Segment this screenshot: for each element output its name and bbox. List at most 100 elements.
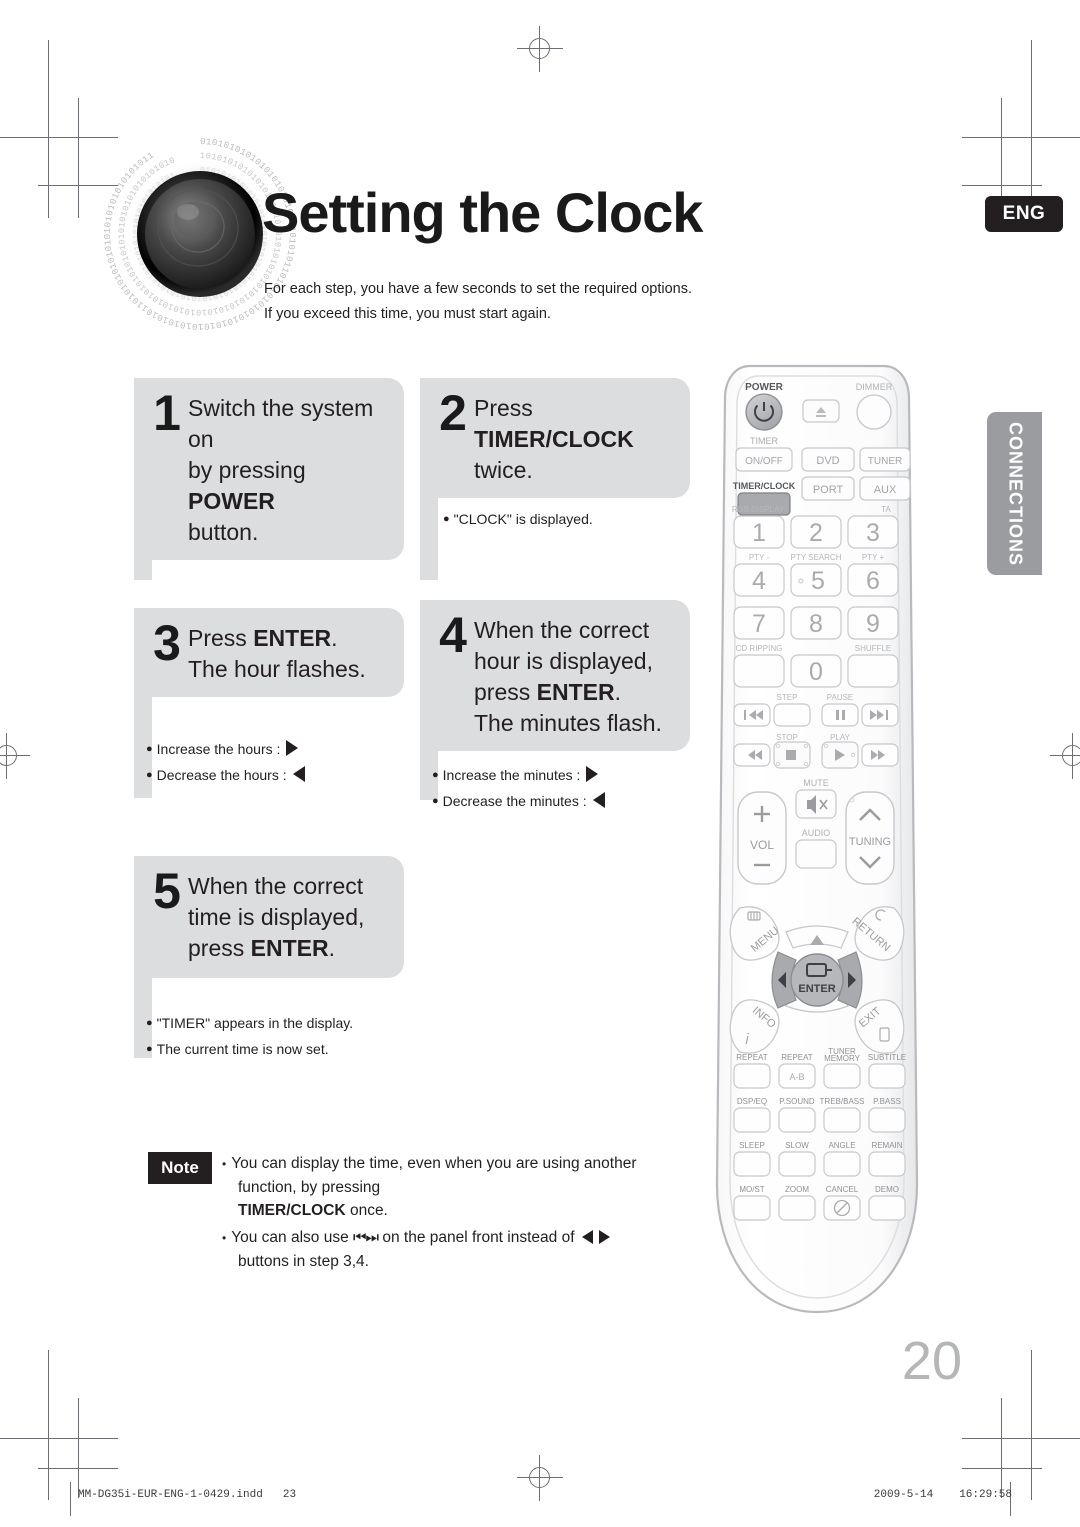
remote-label-angle: ANGLE [828, 1141, 855, 1150]
step-3-bullet-2-label: Decrease the hours : [156, 767, 287, 783]
step-2-timerclock-keyword: TIMER/CLOCK [474, 426, 634, 452]
footer-time: 16:29:58 [959, 1489, 1012, 1501]
remote-label-dimmer: DIMMER [856, 382, 893, 392]
step-4-text: When the correct hour is displayed, pres… [474, 612, 662, 739]
remote-slow-button [778, 1151, 816, 1177]
remote-label-rds-display: RDS DISPLAY [732, 505, 785, 514]
page-title: Setting the Clock [262, 181, 703, 244]
remote-trebbass-button [823, 1107, 861, 1133]
remote-demo-button [868, 1195, 906, 1221]
remote-enter-button [790, 953, 844, 1007]
note-item-2-line-1b: on the panel front instead of [382, 1229, 575, 1246]
arrow-right-icon [586, 766, 599, 782]
bullet-dot-icon: • [222, 1231, 227, 1245]
remote-dspeq-button [733, 1107, 771, 1133]
bullet-dot-icon: ● [146, 1043, 153, 1055]
step-5-text: When the correct time is displayed, pres… [188, 868, 364, 964]
step-5-enter-keyword: ENTER [250, 935, 329, 961]
note-badge: Note [148, 1152, 212, 1184]
step-5-bullet-2-label: The current time is now set. [156, 1041, 329, 1057]
remote-most-button [733, 1195, 771, 1221]
remote-label-9: 9 [866, 610, 880, 638]
remote-label-cd-ripping: CD RIPPING [736, 644, 783, 653]
remote-label-8: 8 [809, 610, 823, 638]
remote-dimmer-button [856, 394, 892, 430]
step-5-line-3a: press [188, 935, 251, 961]
remote-pause-button [821, 703, 859, 727]
step-5-bullet-2: ● The current time is now set. [146, 1036, 353, 1062]
remote-label-4: 4 [752, 567, 766, 595]
remote-repeat-button [733, 1063, 771, 1089]
crop-mark-tr-h [962, 137, 1080, 138]
remote-label-remain: REMAIN [871, 1141, 902, 1150]
step-4: 4 When the correct hour is displayed, pr… [420, 600, 690, 800]
remote-step-button [773, 703, 811, 727]
remote-label-power: POWER [745, 382, 784, 393]
remote-label-cancel: CANCEL [826, 1185, 859, 1194]
crop-mark-br-v2 [1001, 1398, 1002, 1498]
crop-mark-bl-v2 [78, 1398, 79, 1498]
remote-label-tuner-memory-2: MEMORY [824, 1054, 861, 1063]
intro-line-1: For each step, you have a few seconds to… [264, 281, 693, 297]
manual-page: 0101010101010101010101010101011010101010… [0, 0, 1080, 1527]
remote-audio-button [795, 839, 837, 869]
step-1-text: Switch the system on by pressing POWER b… [188, 390, 390, 548]
remote-label-pbass: P.BASS [873, 1097, 901, 1106]
remote-label-port: PORT [813, 484, 844, 496]
crop-mark-br-h [962, 1438, 1080, 1439]
step-2-line-1a: Press [474, 395, 533, 421]
remote-label-dvd: DVD [816, 455, 839, 467]
step-3-line-2: The hour flashes. [188, 656, 366, 682]
remote-label-stop: STOP [776, 733, 798, 742]
note-item-1-line-2: function, by pressing [238, 1179, 381, 1196]
remote-sleep-button [733, 1151, 771, 1177]
step-4-bullet-1-label: Increase the minutes : [442, 767, 581, 783]
footer-filename: MM-DG35i-EUR-ENG-1-0429.indd [78, 1489, 263, 1501]
step-5-bullet-1-label: "TIMER" appears in the display. [156, 1015, 354, 1031]
step-4-bullet-2: ● Decrease the minutes : [432, 788, 607, 814]
remote-label-1: 1 [752, 519, 766, 547]
section-tab-connections[interactable]: CONNECTIONS [987, 412, 1042, 575]
step-3-bubble: 3 Press ENTER. The hour flashes. [134, 608, 404, 697]
step-5: 5 When the correct time is displayed, pr… [134, 856, 404, 1058]
step-4-line-3a: press [474, 679, 537, 705]
remote-label-ab: A-B [789, 1072, 804, 1082]
registration-mark-bottom [517, 1455, 563, 1501]
step-4-line-4: The minutes flash. [474, 710, 662, 736]
bullet-dot-icon: ● [443, 513, 450, 525]
registration-mark-right [1050, 733, 1080, 779]
crop-mark-tr-v [1031, 40, 1032, 218]
step-4-bubble: 4 When the correct hour is displayed, pr… [420, 600, 690, 751]
intro-text: For each step, you have a few seconds to… [264, 277, 734, 327]
bullet-dot-icon: • [222, 1157, 227, 1171]
remote-label-0: 0 [809, 658, 823, 686]
remote-label-dspeq: DSP/EQ [737, 1097, 767, 1106]
remote-label-pty-search: PTY SEARCH [791, 553, 842, 562]
footer-rule-left [70, 1482, 71, 1516]
note-item-1-line-1: You can display the time, even when you … [231, 1155, 637, 1172]
step-1-power-keyword: POWER [188, 488, 275, 514]
step-2-bullets: ● "CLOCK" is displayed. [443, 506, 593, 532]
remote-label-onoff: ON/OFF [745, 456, 783, 467]
step-4-bullet-1: ● Increase the minutes : [432, 762, 607, 788]
bullet-dot-icon: ● [432, 795, 439, 807]
step-2: 2 Press TIMER/CLOCK twice. [420, 378, 690, 580]
stop-icon [786, 750, 796, 760]
remote-label-demo: DEMO [875, 1185, 899, 1194]
crop-mark-bl-h [0, 1438, 118, 1439]
step-1-line-3: button. [188, 519, 259, 545]
note-box: Note • You can display the time, even whe… [148, 1152, 708, 1275]
footer-date: 2009-5-14 [873, 1489, 934, 1501]
remote-label-vol: VOL [750, 838, 774, 852]
crop-mark-bl-h2 [38, 1468, 118, 1469]
step-1-line-2a: by pressing [188, 457, 306, 483]
step-2-bubble: 2 Press TIMER/CLOCK twice. [420, 378, 690, 498]
registration-mark-left [0, 733, 30, 779]
skip-prev-next-icon: ⏮⏭ [353, 1229, 379, 1246]
remote-label-mute: MUTE [803, 778, 829, 788]
remote-label-psound: P.SOUND [779, 1097, 815, 1106]
step-4-enter-keyword: ENTER [536, 679, 615, 705]
step-2-bullet-1-label: "CLOCK" is displayed. [453, 511, 593, 527]
arrow-left-icon [592, 792, 605, 808]
step-5-bullet-1: ● "TIMER" appears in the display. [146, 1010, 353, 1036]
